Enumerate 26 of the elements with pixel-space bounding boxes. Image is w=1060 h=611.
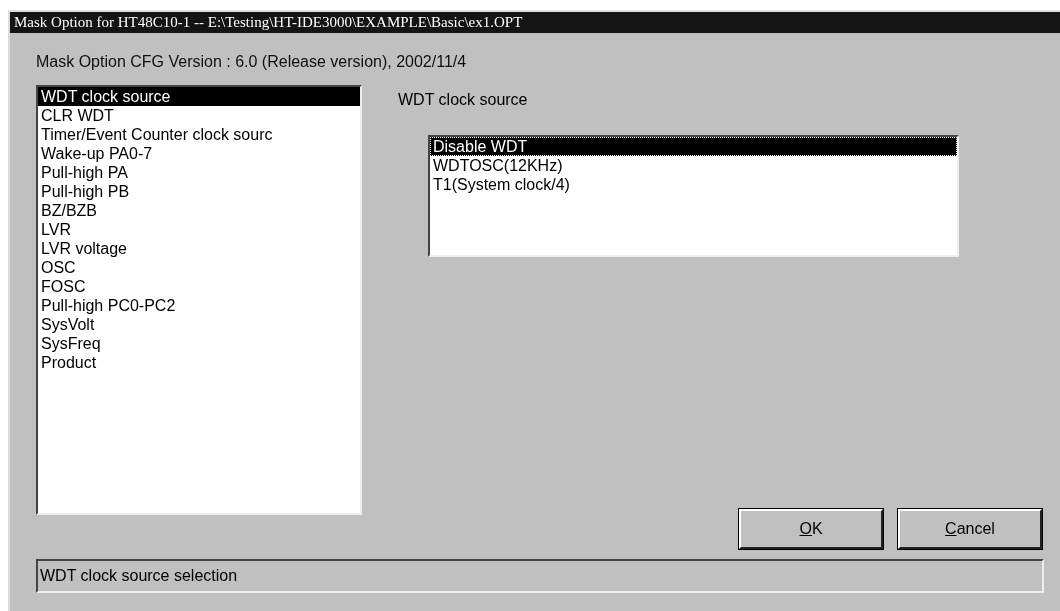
list-item[interactable]: SysVolt (38, 315, 360, 334)
list-item[interactable]: LVR voltage (38, 239, 360, 258)
option-heading: WDT clock source (398, 91, 529, 109)
list-item[interactable]: SysFreq (38, 334, 360, 353)
ok-button[interactable]: OK (739, 509, 883, 549)
choice-item[interactable]: T1(System clock/4) (430, 175, 957, 194)
choice-item[interactable]: WDTOSC(12KHz) (430, 156, 957, 175)
list-item[interactable]: BZ/BZB (38, 201, 360, 220)
list-item[interactable]: CLR WDT (38, 106, 360, 125)
list-item[interactable]: FOSC (38, 277, 360, 296)
option-list[interactable]: WDT clock source CLR WDT Timer/Event Counter clock sourc Wake-up PA0-7 Pull-high PA Pull-high PB BZ/BZB LVR LVR voltage OSC FOSC Pull-high PC0-PC2 SysVolt SysFreq Product (36, 85, 362, 515)
choice-list[interactable]: Disable WDT WDTOSC(12KHz) T1(System clock/4) (428, 135, 959, 257)
list-item[interactable]: LVR (38, 220, 360, 239)
list-item[interactable]: WDT clock source (38, 87, 360, 106)
list-item[interactable]: OSC (38, 258, 360, 277)
list-item[interactable]: Pull-high PB (38, 182, 360, 201)
window-title: Mask Option for HT48C10-1 -- E:\Testing\HT-IDE3000\EXAMPLE\Basic\ex1.OPT (10, 12, 1060, 33)
choice-item[interactable]: Disable WDT (430, 137, 957, 156)
list-item[interactable]: Wake-up PA0-7 (38, 144, 360, 163)
list-item[interactable]: Timer/Event Counter clock sourc (38, 125, 360, 144)
list-item[interactable]: Pull-high PC0-PC2 (38, 296, 360, 315)
list-item[interactable]: Product (38, 353, 360, 372)
version-text: Mask Option CFG Version : 6.0 (Release version), 2002/11/4 (36, 53, 468, 71)
status-bar: WDT clock source selection (36, 559, 1044, 593)
cancel-button[interactable]: Cancel (898, 509, 1042, 549)
list-item[interactable]: Pull-high PA (38, 163, 360, 182)
